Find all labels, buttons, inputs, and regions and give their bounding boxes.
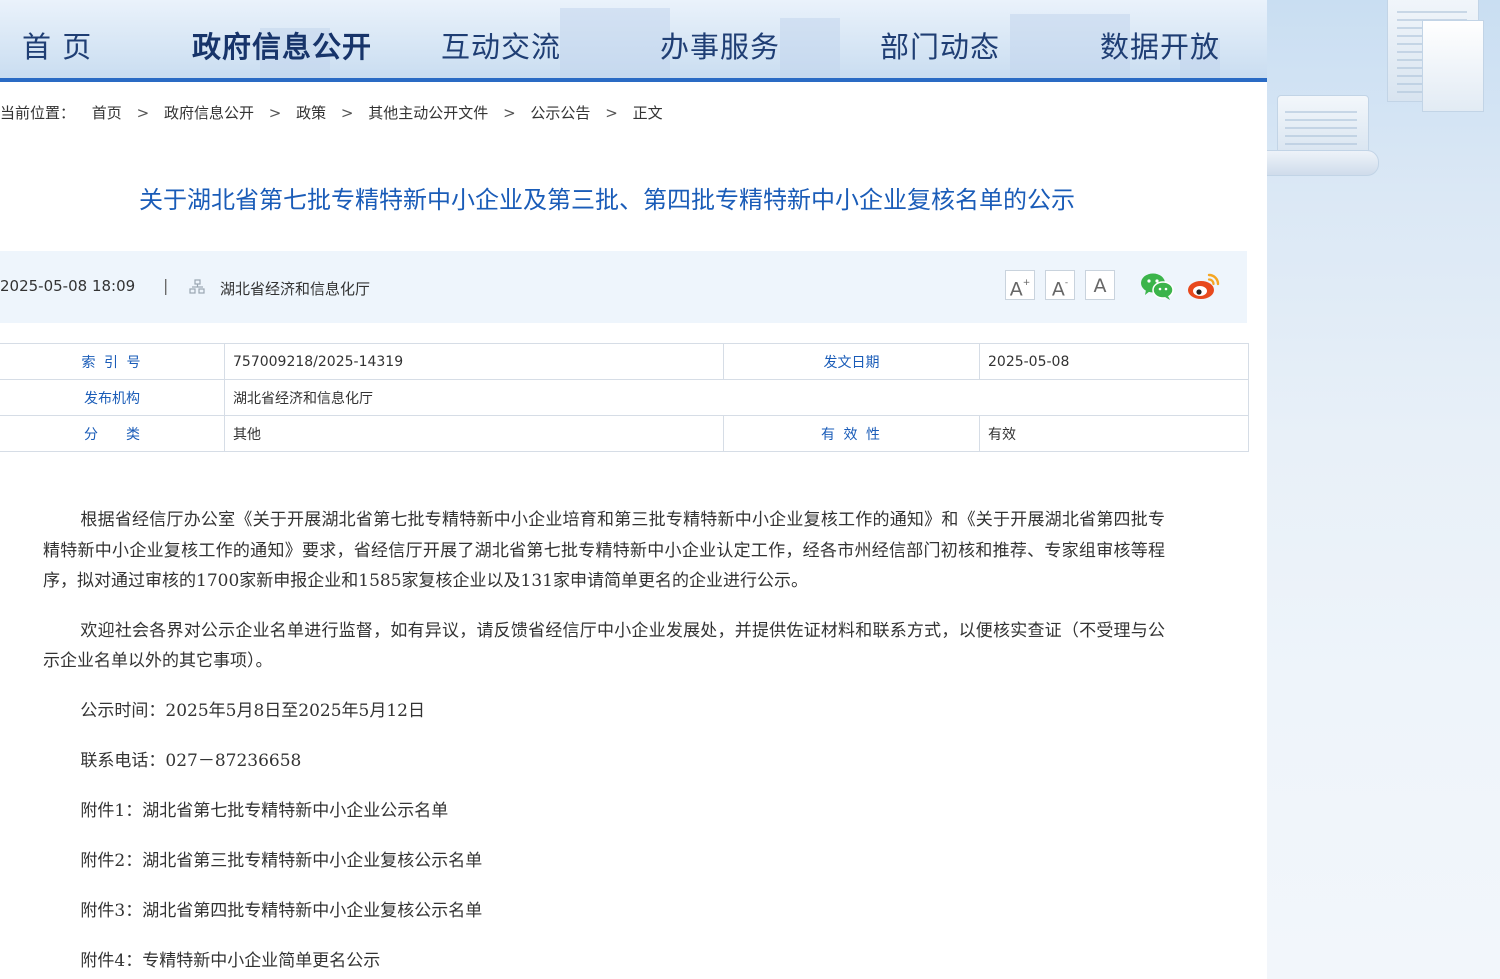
nav-open-data[interactable]: 数据开放 — [1100, 24, 1220, 66]
validity-value: 有效 — [979, 415, 1249, 452]
font-reset-button[interactable]: A — [1085, 270, 1115, 300]
breadcrumb-gov-info[interactable]: 政府信息公开 — [164, 104, 254, 122]
breadcrumb-other-files[interactable]: 其他主动公开文件 — [368, 104, 488, 122]
breadcrumb-current: 正文 — [632, 104, 663, 122]
breadcrumb-announcements[interactable]: 公示公告 — [530, 104, 590, 122]
breadcrumb-separator: > — [340, 104, 354, 122]
table-row: 分 类 其他 有 效 性 有效 — [0, 415, 1249, 452]
issuing-org-value: 湖北省经济和信息化厅 — [224, 379, 1249, 416]
nav-department-news[interactable]: 部门动态 — [880, 24, 1000, 66]
publish-date: 2025-05-08 18:09 — [0, 277, 136, 295]
breadcrumb-separator: > — [605, 104, 618, 122]
nav-gov-info-disclosure[interactable]: 政府信息公开 — [192, 24, 372, 66]
article-title: 关于湖北省第七批专精特新中小企业及第三批、第四批专精特新中小企业复核名单的公示 — [139, 186, 1075, 214]
issuing-org-label: 发布机构 — [0, 379, 225, 416]
top-navigation: 首 页 政府信息公开 互动交流 办事服务 部门动态 数据开放 — [0, 0, 1267, 82]
issue-date-label: 发文日期 — [723, 343, 980, 380]
weibo-icon[interactable] — [1187, 271, 1221, 301]
index-number-label: 索 引 号 — [0, 343, 225, 380]
breadcrumb-home[interactable]: 首页 — [92, 104, 122, 122]
breadcrumb-separator: > — [268, 104, 282, 122]
meta-separator: | — [163, 276, 169, 295]
attachment-1-link[interactable]: 附件1：湖北省第七批专精特新中小企业公示名单 — [43, 796, 1165, 827]
breadcrumb-policy[interactable]: 政策 — [296, 104, 326, 122]
index-number-value: 757009218/2025-14319 — [224, 343, 724, 380]
page: 首 页 政府信息公开 互动交流 办事服务 部门动态 数据开放 当前位置： 首页 … — [0, 0, 1500, 979]
attachment-4-link[interactable]: 附件4：专精特新中小企业简单更名公示 — [43, 946, 1165, 977]
wechat-icon[interactable] — [1140, 271, 1174, 301]
organization-icon — [189, 279, 205, 294]
nav-interaction[interactable]: 互动交流 — [441, 24, 561, 66]
right-background-decoration — [1267, 0, 1500, 979]
table-row: 发布机构 湖北省经济和信息化厅 — [0, 379, 1249, 416]
validity-label: 有 效 性 — [723, 415, 980, 452]
contact-phone: 联系电话：027－87236658 — [80, 750, 302, 771]
breadcrumb-prefix: 当前位置： — [0, 104, 76, 122]
font-decrease-button[interactable]: A- — [1045, 270, 1075, 300]
nav-underline-bar — [0, 78, 1267, 82]
article-content: 根据省经信厅办公室《关于开展湖北省第七批专精特新中小企业培育和第三批专精特新中小… — [43, 505, 1165, 979]
table-row: 索 引 号 757009218/2025-14319 发文日期 2025-05-… — [0, 343, 1249, 380]
content-paragraph: 根据省经信厅办公室《关于开展湖北省第七批专精特新中小企业培育和第三批专精特新中小… — [43, 510, 1165, 591]
nav-services[interactable]: 办事服务 — [660, 24, 780, 66]
breadcrumb: 当前位置： 首页 > 政府信息公开 > 政策 > 其他主动公开文件 > 公示公告… — [0, 102, 663, 123]
category-label: 分 类 — [0, 415, 225, 452]
attachment-2-link[interactable]: 附件2：湖北省第三批专精特新中小企业复核公示名单 — [43, 846, 1165, 877]
document-info-table: 索 引 号 757009218/2025-14319 发文日期 2025-05-… — [0, 343, 1249, 452]
publishing-organization: 湖北省经济和信息化厅 — [220, 280, 371, 298]
content-paragraph: 欢迎社会各界对公示企业名单进行监督，如有异议，请反馈省经信厅中小企业发展处，并提… — [43, 620, 1165, 672]
nav-home[interactable]: 首 页 — [22, 24, 92, 66]
breadcrumb-separator: > — [136, 104, 150, 122]
issue-date-value: 2025-05-08 — [979, 343, 1249, 380]
category-value: 其他 — [224, 415, 724, 452]
publicity-period: 公示时间：2025年5月8日至2025年5月12日 — [80, 700, 425, 721]
breadcrumb-separator: > — [503, 104, 516, 122]
font-increase-button[interactable]: A+ — [1005, 270, 1035, 300]
attachment-3-link[interactable]: 附件3：湖北省第四批专精特新中小企业复核公示名单 — [43, 896, 1165, 927]
